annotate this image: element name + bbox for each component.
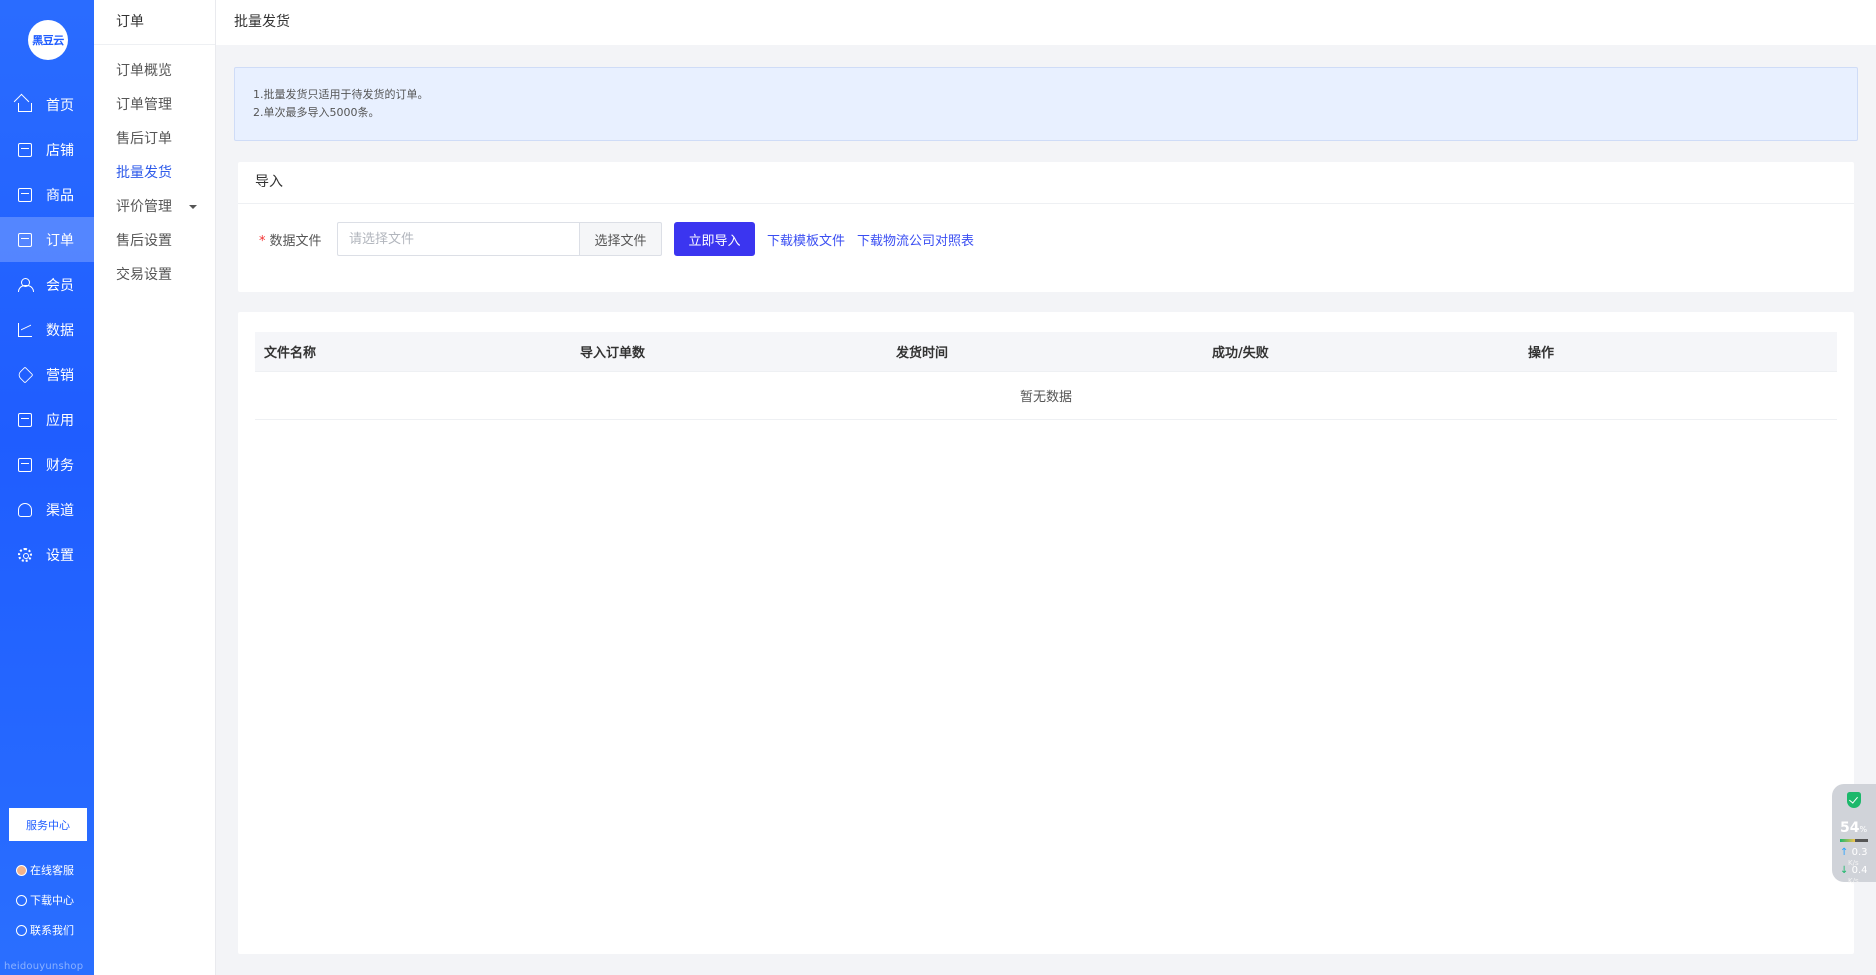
sidebar-footer-links: 在线客服 下载中心 联系我们 [16, 855, 94, 945]
nav-item-label: 会员 [46, 277, 74, 294]
upload-arrow-icon: ↑ [1840, 847, 1849, 858]
download-center-link[interactable]: 下载中心 [16, 885, 94, 915]
upload-speed-value: 0.3 [1851, 847, 1868, 858]
page-header: 批量发货 [216, 0, 1876, 45]
download-template-link[interactable]: 下载模板文件 [767, 230, 845, 249]
product-icon [18, 187, 32, 202]
import-records-table: 文件名称 导入订单数 发货时间 成功/失败 操作 暂无数据 [255, 332, 1837, 420]
gear-icon [18, 547, 32, 562]
notice-line: 1.批量发货只适用于待发货的订单。 [253, 88, 429, 101]
menu-item-order-overview[interactable]: 订单概览 [94, 54, 215, 88]
primary-sidebar: 黑豆云 首页 店铺 商品 订单 会员 数据 营销 应用 财务 渠道 设置 服务中… [0, 0, 94, 975]
menu-item-trade-settings[interactable]: 交易设置 [94, 258, 215, 292]
data-file-label-text: 数据文件 [269, 233, 322, 249]
notice-box: 1.批量发货只适用于待发货的订单。 2.单次最多导入5000条。 [234, 67, 1858, 141]
table-header: 文件名称 导入订单数 发货时间 成功/失败 操作 [255, 332, 1837, 372]
nav-item-apps[interactable]: 应用 [0, 397, 94, 442]
order-icon [18, 232, 32, 247]
nav-item-label: 设置 [46, 547, 74, 564]
menu-item-after-sales-orders[interactable]: 售后订单 [94, 122, 215, 156]
online-service-label: 在线客服 [30, 864, 74, 877]
data-file-label: * 数据文件 [259, 230, 337, 249]
usage-percent-unit: % [1859, 825, 1868, 834]
menu-item-batch-shipping[interactable]: 批量发货 [94, 156, 215, 190]
channel-icon [18, 502, 32, 517]
download-arrow-icon: ↓ [1840, 865, 1849, 876]
avatar-icon [16, 864, 27, 876]
secondary-menu: 订单 订单概览 订单管理 售后订单 批量发货 评价管理 售后设置 交易设置 [94, 0, 216, 975]
download-center-label: 下载中心 [30, 894, 74, 907]
nav-item-home[interactable]: 首页 [0, 82, 94, 127]
menu-item-label: 评价管理 [116, 199, 172, 215]
nav-item-label: 数据 [46, 322, 74, 339]
import-now-button[interactable]: 立即导入 [674, 222, 755, 256]
data-file-row: *数据文件 选择文件 立即导入 下载模板文件 下载物流公司对照表 [259, 222, 974, 256]
usage-bar-fill [1840, 839, 1856, 842]
footer-watermark: heidouyunshop [4, 961, 84, 972]
nav-item-order[interactable]: 订单 [0, 217, 94, 262]
empty-state: 暂无数据 [255, 372, 1837, 420]
nav-item-label: 财务 [46, 457, 74, 474]
nav-item-store[interactable]: 店铺 [0, 127, 94, 172]
secondary-menu-title: 订单 [94, 0, 215, 45]
chat-icon [16, 924, 27, 936]
page-title: 批量发货 [234, 14, 290, 30]
contact-us-label: 联系我们 [30, 924, 74, 937]
online-service-link[interactable]: 在线客服 [16, 855, 94, 885]
finance-icon [18, 457, 32, 472]
primary-nav: 首页 店铺 商品 订单 会员 数据 营销 应用 财务 渠道 设置 [0, 82, 94, 577]
file-path-input[interactable] [337, 222, 579, 256]
usage-bar [1840, 839, 1868, 842]
column-header-success-fail: 成功/失败 [1212, 346, 1269, 361]
column-header-ship-time: 发货时间 [896, 346, 949, 361]
shield-check-icon [1847, 792, 1861, 808]
nav-item-label: 订单 [46, 232, 74, 249]
brand-logo[interactable]: 黑豆云 [28, 20, 68, 60]
caret-down-icon [189, 205, 197, 209]
nav-item-product[interactable]: 商品 [0, 172, 94, 217]
import-panel-title: 导入 [238, 162, 1854, 204]
service-center-button[interactable]: 服务中心 [9, 808, 87, 841]
home-icon [18, 102, 32, 112]
nav-item-label: 渠道 [46, 502, 74, 519]
download-speed: ↓ 0.4 K/s [1840, 866, 1867, 886]
nav-item-label: 应用 [46, 412, 74, 429]
column-header-order-count: 导入订单数 [580, 346, 646, 361]
data-chart-icon [18, 322, 32, 337]
download-logistics-table-link[interactable]: 下载物流公司对照表 [857, 230, 974, 249]
menu-item-review-management[interactable]: 评价管理 [94, 190, 215, 224]
nav-item-label: 营销 [46, 367, 74, 384]
menu-item-order-management[interactable]: 订单管理 [94, 88, 215, 122]
required-mark: * [259, 233, 266, 249]
nav-item-finance[interactable]: 财务 [0, 442, 94, 487]
tag-icon [16, 366, 34, 383]
notice-line: 2.单次最多导入5000条。 [253, 106, 380, 119]
download-icon [16, 894, 27, 906]
member-icon [18, 277, 34, 292]
app-box-icon [18, 412, 32, 427]
download-speed-value: 0.4 [1851, 865, 1868, 876]
nav-item-marketing[interactable]: 营销 [0, 352, 94, 397]
secondary-menu-list: 订单概览 订单管理 售后订单 批量发货 评价管理 售后设置 交易设置 [94, 45, 215, 292]
import-panel: 导入 *数据文件 选择文件 立即导入 下载模板文件 下载物流公司对照表 [238, 162, 1854, 292]
nav-item-settings[interactable]: 设置 [0, 532, 94, 577]
import-records-panel: 文件名称 导入订单数 发货时间 成功/失败 操作 暂无数据 [238, 312, 1854, 954]
network-speed-widget[interactable]: 54% ↑ 0.3 K/s ↓ 0.4 K/s [1832, 784, 1876, 885]
column-header-actions: 操作 [1528, 346, 1555, 361]
menu-item-after-sales-settings[interactable]: 售后设置 [94, 224, 215, 258]
nav-item-label: 商品 [46, 187, 74, 204]
usage-percent: 54% [1840, 820, 1867, 836]
column-header-file-name: 文件名称 [264, 346, 317, 361]
contact-us-link[interactable]: 联系我们 [16, 915, 94, 945]
nav-item-label: 店铺 [46, 142, 74, 159]
store-icon [18, 142, 32, 157]
nav-item-channel[interactable]: 渠道 [0, 487, 94, 532]
nav-item-data[interactable]: 数据 [0, 307, 94, 352]
download-speed-unit: K/s [1848, 877, 1859, 885]
choose-file-button[interactable]: 选择文件 [579, 222, 662, 256]
usage-percent-value: 54 [1840, 820, 1860, 836]
nav-item-member[interactable]: 会员 [0, 262, 94, 307]
nav-item-label: 首页 [46, 97, 74, 114]
